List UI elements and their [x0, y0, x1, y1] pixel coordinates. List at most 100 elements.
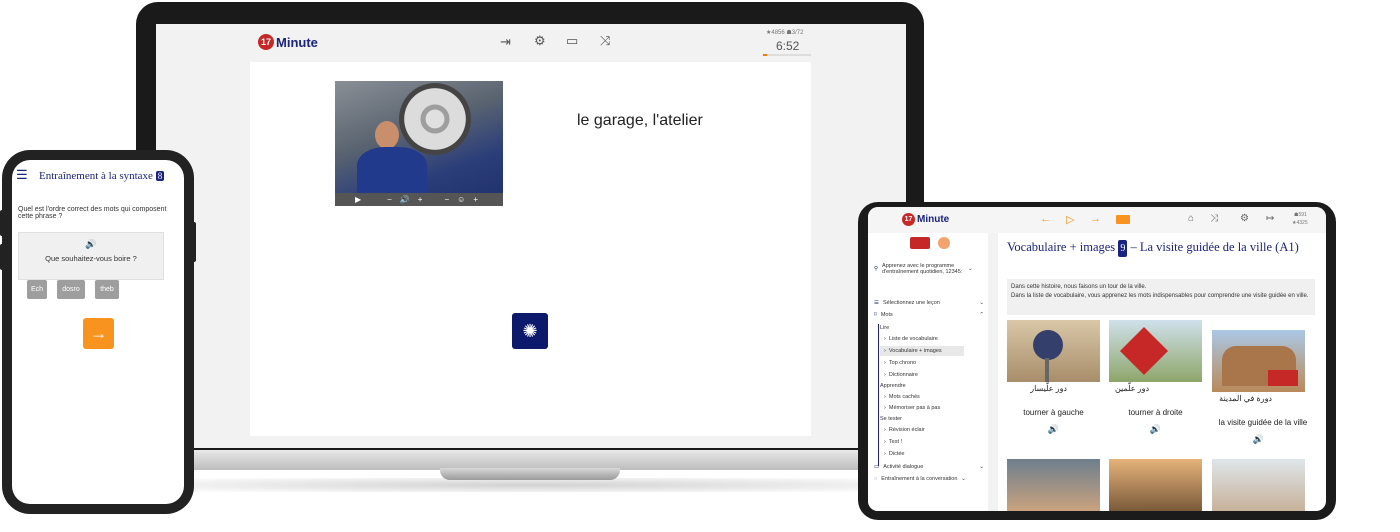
stars-counter: ★4325 — [1292, 220, 1308, 226]
laptop-base — [112, 450, 948, 470]
next-button[interactable]: → — [83, 318, 114, 349]
word-chip[interactable]: theb — [95, 280, 119, 299]
sidebar-link[interactable]: › Mots cachés — [884, 394, 920, 400]
tablet-logo[interactable]: 17 Minute — [902, 213, 949, 226]
sidebar-link[interactable]: › Mémoriser pas à pas — [884, 405, 940, 411]
arrow-right-icon[interactable]: → — [1090, 213, 1101, 225]
no-shuffle-icon[interactable]: ⤨ — [1210, 213, 1218, 224]
chat-icon: ▭ — [874, 464, 880, 470]
sidebar-link[interactable]: › Dictée — [884, 451, 904, 457]
sidebar-link[interactable]: › Liste de vocabulaire — [884, 336, 938, 342]
section-se-tester: Se tester — [880, 416, 903, 422]
sidebar-lesson-label: Sélectionnez une leçon — [882, 300, 940, 306]
logout-icon[interactable]: ↦ — [1266, 213, 1274, 224]
question-text: Quel est l'ordre correct des mots qui co… — [18, 206, 167, 220]
chevron-down-icon: ⌄ — [979, 300, 984, 306]
sidebar-link[interactable]: › Test ! — [884, 439, 902, 445]
speaker-icon[interactable]: 🔊 — [1109, 424, 1202, 435]
arabic-word: دور علّيسار — [1030, 384, 1067, 393]
no-shuffle-icon[interactable]: ⤨ — [600, 33, 610, 49]
arabic-word: دورة في المدينة — [1219, 394, 1272, 403]
flashcard: ▶ − 🔊 + − ☺ + le garage, l'atelier ✺ — [250, 62, 811, 436]
home-icon[interactable]: ⌂ — [1188, 213, 1194, 224]
word-chip[interactable]: dosro — [57, 280, 85, 299]
sidebar-link[interactable]: › Dictionnaire — [884, 372, 918, 378]
title-part: – La visite guidée de la ville (A1) — [1130, 240, 1299, 254]
sidebar-link[interactable]: › Révision éclair — [884, 427, 925, 433]
sidebar-item-mots[interactable]: ⌑ Mots ⌃ — [874, 312, 984, 318]
vocab-image — [1109, 320, 1202, 382]
lessons-counter: ☗591 — [1294, 212, 1307, 218]
speed-down-icon[interactable]: − — [444, 195, 449, 204]
arabic-word: دور علّمين — [1114, 384, 1149, 393]
laptop-notch — [440, 468, 620, 480]
card-icon[interactable] — [1116, 215, 1130, 224]
vocab-image — [1007, 459, 1100, 511]
gear-icon[interactable]: ⚙ — [1240, 213, 1249, 224]
speaker-icon[interactable]: 🔊 — [19, 239, 163, 250]
tablet-sidebar: ⚲ Apprenez avec le programme d'entraînem… — [868, 233, 988, 511]
menu-icon[interactable]: ☰ — [16, 167, 28, 183]
logo-text: Minute — [917, 214, 950, 225]
timer-bar — [763, 54, 811, 56]
vocab-word: le garage, l'atelier — [577, 112, 703, 129]
french-word: tourner à gauche — [1023, 408, 1084, 417]
laptop-shadow — [180, 478, 880, 492]
exit-run-icon[interactable]: ⇥ — [500, 34, 511, 50]
laptop-topbar: 17 Minute ⇥ ⚙ ▭ ⤨ ★4856 ☗3/72 6:52 — [156, 24, 906, 62]
speaker-icon[interactable]: 🔊 — [1007, 424, 1100, 435]
avatar[interactable] — [938, 237, 950, 249]
arrow-right-icon: → — [89, 323, 108, 343]
page-title: Vocabulaire + images 9 – La visite guidé… — [1007, 239, 1317, 257]
volume-down-icon[interactable]: − — [387, 195, 392, 204]
lesson-badge: 9 — [1118, 240, 1128, 257]
sidebar-item-program[interactable]: ⚲ Apprenez avec le programme d'entraînem… — [874, 263, 984, 275]
phone-side-button — [0, 210, 4, 236]
volume-up-icon[interactable]: + — [418, 195, 423, 204]
word-chip[interactable]: Ech — [27, 280, 47, 299]
section-lire: Lire — [880, 325, 890, 331]
arrow-left-icon[interactable]: ← — [1040, 213, 1051, 225]
sidebar-conversation-label: Entraînement à la conversation — [881, 476, 958, 482]
sidebar-link-active[interactable]: › Vocabulaire + images — [880, 346, 964, 356]
sidebar-divider — [988, 233, 998, 511]
play-icon[interactable]: ▶ — [355, 195, 361, 204]
tablet-topbar: 17 Minute ← ▷ → ⌂ ⤨ ⚙ ↦ ☗591 ★4325 — [868, 207, 1326, 233]
conversation-icon: ◌ — [874, 476, 878, 482]
laptop-screen: 17 Minute ⇥ ⚙ ▭ ⤨ ★4856 ☗3/72 6:52 ▶ − 🔊… — [156, 24, 906, 448]
tree-line — [878, 324, 879, 466]
gear-icon[interactable]: ⚙ — [534, 33, 546, 49]
media-controls[interactable]: ▶ − 🔊 + − ☺ + — [335, 193, 503, 206]
title-part: Vocabulaire + images — [1007, 240, 1116, 254]
flag-icon[interactable] — [910, 237, 930, 249]
sentence-box: 🔊 Que souhaitez-vous boire ? — [18, 232, 164, 280]
lightbulb-icon: ✺ — [522, 320, 538, 341]
intro-line: Dans cette histoire, nous faisons un tou… — [1011, 284, 1147, 290]
chevron-down-icon: ⌄ — [979, 464, 984, 470]
timer-bar-fill — [763, 54, 767, 56]
sidebar-item-lesson[interactable]: ☰ Sélectionnez une leçon ⌄ — [874, 300, 984, 306]
stats-counter: ★4856 ☗3/72 — [766, 30, 804, 36]
french-word: la visite guidée de la ville — [1218, 418, 1308, 427]
sidebar-program-label: Apprenez avec le programme d'entraînemen… — [882, 263, 963, 275]
chevron-up-icon: ⌃ — [979, 312, 984, 318]
hint-button[interactable]: ✺ — [512, 313, 548, 349]
speed-up-icon[interactable]: + — [473, 195, 478, 204]
section-apprendre: Apprendre — [880, 383, 906, 389]
speaker-icon[interactable]: 🔊 — [1212, 434, 1305, 445]
app-logo[interactable]: 17 Minute — [258, 34, 318, 50]
play-icon[interactable]: ▷ — [1066, 213, 1074, 226]
intro-line: Dans la liste de vocabulaire, vous appre… — [1011, 293, 1309, 299]
tag-icon: ⌑ — [874, 312, 877, 318]
phone-title-text: Entraînement à la syntaxe — [39, 170, 153, 182]
sidebar-item-conversation[interactable]: ◌ Entraînement à la conversation ⌄ — [874, 476, 984, 482]
phone-side-button — [0, 244, 4, 270]
rocket-icon: ⚲ — [874, 266, 879, 272]
phone-title: Entraînement à la syntaxe 8 — [39, 170, 165, 182]
sidebar-link[interactable]: › Top chrono — [884, 360, 916, 366]
mechanic-photo: ▶ − 🔊 + − ☺ + — [335, 81, 503, 206]
sidebar-item-dialogue[interactable]: ▭ Activité dialogue ⌄ — [874, 464, 984, 470]
card-icon[interactable]: ▭ — [566, 33, 578, 49]
logo-badge: 17 — [258, 34, 274, 50]
volume-icon: 🔊 — [399, 195, 410, 204]
